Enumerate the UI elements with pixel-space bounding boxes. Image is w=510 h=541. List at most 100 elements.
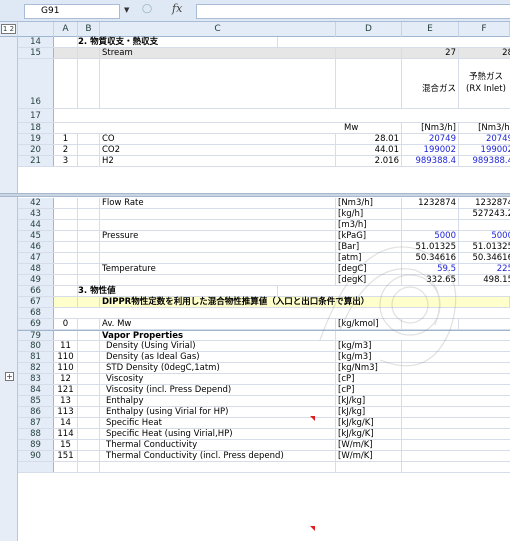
column-header-c[interactable]: C [100, 22, 336, 37]
row-number[interactable]: 45 [18, 231, 54, 241]
table-row[interactable]: 20 2 CO2 44.01 199002 199002 8 [18, 145, 510, 156]
section-description[interactable]: DIPPR物性定数を利用した混合物性推算値（入口と出口条件で算出） [100, 297, 510, 307]
cell-b[interactable] [78, 352, 100, 362]
cell-a[interactable]: 110 [54, 363, 78, 373]
value-e[interactable]: 1232874 [402, 198, 459, 208]
cell-a[interactable]: 151 [54, 451, 78, 461]
table-row[interactable]: 18 Mw [Nm3/h] [Nm3/h] [k [18, 123, 510, 134]
cell-a[interactable] [54, 209, 78, 219]
table-row[interactable] [18, 462, 510, 473]
cell-a[interactable] [54, 264, 78, 274]
property-label[interactable]: Density (Using Virial) [100, 341, 336, 351]
value-f[interactable]: 51.01325 [459, 242, 510, 252]
flow-e[interactable]: 20749 [402, 134, 459, 144]
unit[interactable]: [cP] [336, 374, 402, 384]
table-row[interactable]: 47 [atm] 50.34616 50.34616 5 [18, 253, 510, 264]
value-f[interactable]: 225 [459, 264, 510, 274]
unit[interactable]: [kg/kmol] [336, 319, 402, 329]
cell-b[interactable] [78, 407, 100, 417]
column-header-e[interactable]: E [402, 22, 459, 37]
cell-a[interactable]: 11 [54, 341, 78, 351]
component-mw[interactable]: 44.01 [336, 145, 402, 155]
value-f[interactable]: 527243.2 [459, 209, 510, 219]
unit[interactable]: [degC] [336, 264, 402, 274]
unit[interactable]: [Nm3/h] [336, 198, 402, 208]
table-row[interactable]: 49 [degK] 332.65 498.15 [18, 275, 510, 286]
unit[interactable]: [W/m/K] [336, 440, 402, 450]
property-label[interactable] [100, 220, 336, 230]
property-label[interactable]: Specific Heat [100, 418, 336, 428]
cell-a[interactable] [54, 297, 78, 307]
cell-c[interactable] [100, 59, 336, 108]
table-row[interactable]: 69 0 Av. Mw [kg/kmol] [18, 319, 510, 330]
outline-level-buttons[interactable]: 1 2 [0, 22, 18, 37]
value-f[interactable]: 1232874 [459, 198, 510, 208]
row-number[interactable]: 67 [18, 297, 54, 307]
table-row[interactable]: 88 114 Specific Heat (using Virial,HP) [… [18, 429, 510, 440]
property-label[interactable] [100, 275, 336, 285]
cell-a[interactable] [54, 253, 78, 263]
property-label[interactable]: Viscosity [100, 374, 336, 384]
cell-a[interactable]: 13 [54, 396, 78, 406]
flow-f[interactable]: 199002 [459, 145, 510, 155]
property-label[interactable]: Pressure [100, 231, 336, 241]
table-row[interactable]: 46 [Bar] 51.01325 51.01325 5 [18, 242, 510, 253]
stream-28[interactable]: 28 [459, 48, 510, 58]
row-number[interactable]: 20 [18, 145, 54, 155]
value-e[interactable]: 59.5 [402, 264, 459, 274]
value-e[interactable]: 5000 [402, 231, 459, 241]
cell-a[interactable] [54, 48, 78, 58]
cell-a[interactable]: 14 [54, 418, 78, 428]
row-number[interactable]: 49 [18, 275, 54, 285]
row-number[interactable]: 84 [18, 385, 54, 395]
name-box[interactable]: G91 [24, 4, 120, 19]
cell-b[interactable] [78, 418, 100, 428]
cell-a[interactable] [54, 462, 78, 472]
unit[interactable]: [atm] [336, 253, 402, 263]
table-row[interactable]: 17 [18, 109, 510, 123]
table-row[interactable]: 68 [18, 308, 510, 319]
cell-a[interactable] [54, 220, 78, 230]
cell-b[interactable] [78, 297, 100, 307]
property-label[interactable]: Temperature [100, 264, 336, 274]
cell-b[interactable] [78, 134, 100, 144]
cell-b[interactable] [78, 451, 100, 461]
cell-b[interactable] [78, 331, 100, 340]
name-box-dropdown-icon[interactable]: ▼ [124, 6, 129, 14]
table-row[interactable]: 42 Flow Rate [Nm3/h] 1232874 1232874 [18, 198, 510, 209]
unit[interactable]: [kg/h] [336, 209, 402, 219]
column-header-b[interactable]: B [78, 22, 100, 37]
cell-a[interactable]: 114 [54, 429, 78, 439]
cell-a[interactable] [54, 286, 78, 296]
cell-b[interactable] [78, 363, 100, 373]
row-number[interactable]: 81 [18, 352, 54, 362]
table-row[interactable]: 16 混合ガス 予熱ガス (RX Inlet) [18, 59, 510, 109]
table-row[interactable]: 19 1 CO 28.01 20749 20749 9 [18, 134, 510, 145]
unit[interactable]: [kPaG] [336, 231, 402, 241]
cell-a[interactable] [54, 59, 78, 108]
value-f[interactable]: 50.34616 [459, 253, 510, 263]
row-number[interactable]: 48 [18, 264, 54, 274]
value-e[interactable]: 50.34616 [402, 253, 459, 263]
table-row[interactable]: 43 [kg/h] 527243.2 5 [18, 209, 510, 220]
row-number[interactable]: 83 [18, 374, 54, 384]
frozen-pane-divider[interactable] [0, 193, 510, 197]
table-row[interactable]: 14 2. 物質収支・熱収支 [18, 37, 510, 48]
table-row[interactable]: 83 12 Viscosity [cP] [18, 374, 510, 385]
unit[interactable]: [kg/Nm3] [336, 363, 402, 373]
property-label[interactable] [100, 209, 336, 219]
cell-b[interactable] [78, 319, 100, 329]
column-header-f[interactable]: F [459, 22, 510, 37]
table-row[interactable]: 81 110 Density (as Ideal Gas) [kg/m3] [18, 352, 510, 363]
row-number[interactable]: 79 [18, 331, 54, 340]
property-label[interactable]: Specific Heat (using Virial,HP) [100, 429, 336, 439]
property-label[interactable]: Flow Rate [100, 198, 336, 208]
row-number[interactable]: 17 [18, 109, 54, 122]
component-name[interactable]: CO [100, 134, 336, 144]
select-all-corner[interactable] [18, 22, 54, 37]
row-number[interactable]: 66 [18, 286, 54, 296]
table-row[interactable]: 82 110 STD Density (0degC,1atm) [kg/Nm3] [18, 363, 510, 374]
cell-a[interactable] [54, 275, 78, 285]
value-e[interactable]: 51.01325 [402, 242, 459, 252]
cell-b[interactable] [78, 275, 100, 285]
